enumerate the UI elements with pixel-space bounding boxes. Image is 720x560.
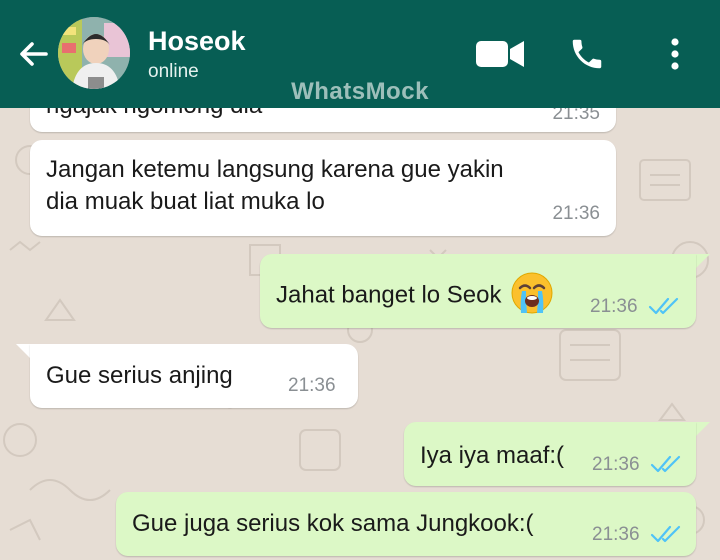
message-text-content: Jahat banget lo Seok	[276, 281, 502, 309]
bubble-tail	[16, 344, 30, 358]
arrow-left-icon	[20, 42, 48, 66]
phone-icon	[572, 39, 602, 69]
message-time: 21:36	[590, 296, 638, 317]
message-time: 21:36	[552, 203, 600, 224]
contact-status: online	[148, 61, 199, 82]
message-text-line: dia muak buat liat muka lo	[46, 188, 325, 215]
more-options-button[interactable]	[660, 34, 690, 74]
more-vertical-icon	[671, 38, 679, 70]
video-call-button[interactable]	[474, 34, 526, 74]
read-double-check-icon	[650, 525, 681, 543]
message-text: Jahat banget lo Seok	[276, 272, 554, 318]
contact-photo	[58, 17, 130, 89]
bubble-tail	[696, 422, 710, 436]
message-bubble-incoming[interactable]: Gue serius anjing 21:36	[30, 344, 358, 408]
message-bubble-outgoing[interactable]: Jahat banget lo Seok 21:36	[260, 254, 696, 328]
message-bubble-incoming[interactable]: Jangan ketemu langsung karena gue yakin …	[30, 140, 616, 236]
chat-header: Hoseok online	[0, 0, 720, 108]
message-time: 21:36	[592, 454, 640, 475]
message-text: Gue serius anjing	[46, 362, 233, 389]
back-button[interactable]	[14, 34, 54, 74]
read-double-check-icon	[648, 297, 679, 315]
message-text-line: Jangan ketemu langsung karena gue yakin	[46, 156, 504, 183]
message-bubble-outgoing[interactable]: Gue juga serius kok sama Jungkook:( 21:3…	[116, 492, 696, 556]
read-double-check-icon	[650, 455, 681, 473]
video-camera-icon	[476, 41, 524, 67]
voice-call-button[interactable]	[566, 34, 608, 74]
message-text: Gue juga serius kok sama Jungkook:(	[132, 510, 534, 537]
avatar[interactable]	[58, 17, 130, 89]
loudly-crying-face-emoji-icon	[511, 272, 553, 314]
bubble-tail	[696, 254, 710, 268]
message-text: Iya iya maaf:(	[420, 442, 565, 469]
contact-name[interactable]: Hoseok	[148, 26, 246, 57]
message-time: 21:36	[592, 524, 640, 545]
message-time: 21:36	[288, 375, 336, 396]
message-bubble-outgoing[interactable]: Iya iya maaf:( 21:36	[404, 422, 696, 486]
